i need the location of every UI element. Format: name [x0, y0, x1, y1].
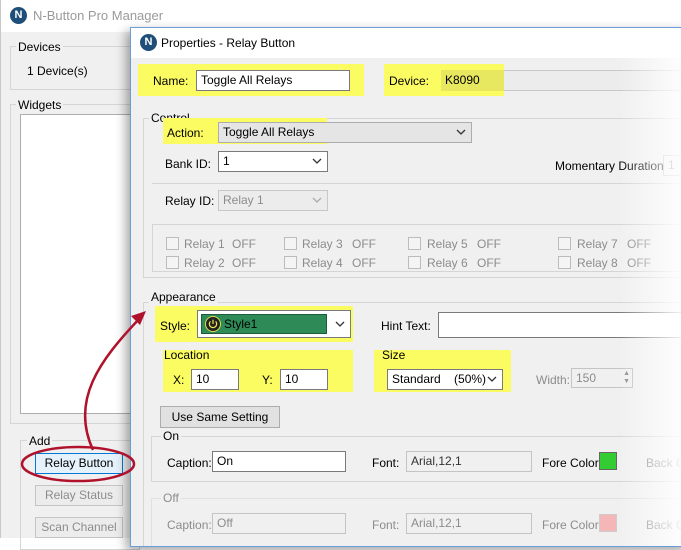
annotation-ellipse [20, 445, 136, 483]
annotation-arrowhead [131, 311, 146, 325]
annotation-overlay [20, 311, 146, 483]
annotation-arrow [83, 317, 141, 451]
